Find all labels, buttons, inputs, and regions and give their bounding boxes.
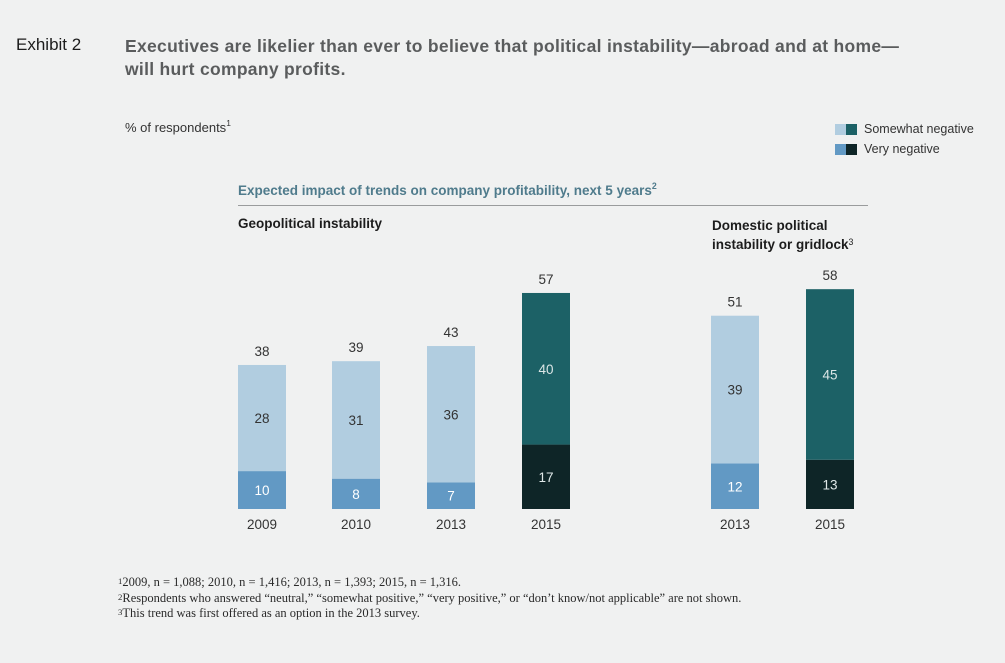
data-label-somewhat-negative: 39 xyxy=(727,383,742,398)
data-label-total: 43 xyxy=(443,325,458,340)
footnote-text: Respondents who answered “neutral,” “som… xyxy=(122,590,742,605)
footnote-1: 12009, n = 1,088; 2010, n = 1,416; 2013,… xyxy=(118,575,741,591)
x-tick-label: 2015 xyxy=(531,517,561,532)
footnote-mark: 3 xyxy=(118,607,123,617)
data-label-somewhat-negative: 40 xyxy=(538,362,553,377)
data-label-somewhat-negative: 28 xyxy=(254,411,269,426)
data-label-very-negative: 7 xyxy=(447,489,455,504)
data-label-very-negative: 12 xyxy=(727,479,742,494)
x-tick-label: 2015 xyxy=(815,517,845,532)
data-label-very-negative: 17 xyxy=(538,470,553,485)
x-tick-label: 2010 xyxy=(341,517,371,532)
data-label-very-negative: 8 xyxy=(352,487,360,502)
footnote-mark: 2 xyxy=(118,591,123,602)
footnotes: 12009, n = 1,088; 2010, n = 1,416; 2013,… xyxy=(118,575,741,622)
footnote-mark: 1 xyxy=(118,576,123,586)
footnote-2: 2Respondents who answered “neutral,” “so… xyxy=(118,591,741,607)
data-label-total: 57 xyxy=(538,272,553,287)
data-label-somewhat-negative: 31 xyxy=(348,413,363,428)
data-label-somewhat-negative: 45 xyxy=(822,367,837,382)
data-label-total: 58 xyxy=(822,268,837,283)
data-label-very-negative: 13 xyxy=(822,477,837,492)
x-tick-label: 2009 xyxy=(247,517,277,532)
data-label-very-negative: 10 xyxy=(254,483,269,498)
data-label-somewhat-negative: 36 xyxy=(443,407,458,422)
x-tick-label: 2013 xyxy=(720,517,750,532)
data-label-total: 38 xyxy=(254,344,269,359)
footnote-text: 2009, n = 1,088; 2010, n = 1,416; 2013, … xyxy=(122,575,461,589)
data-label-total: 39 xyxy=(348,340,363,355)
footnote-text: This trend was first offered as an optio… xyxy=(122,606,420,620)
data-label-total: 51 xyxy=(727,295,742,310)
x-tick-label: 2013 xyxy=(436,517,466,532)
bar-chart: 10 28 38 2009 8 31 39 2010 7 36 43 2013 17 40 57 2015 12… xyxy=(238,268,854,532)
footnote-3: 3This trend was first offered as an opti… xyxy=(118,606,741,622)
